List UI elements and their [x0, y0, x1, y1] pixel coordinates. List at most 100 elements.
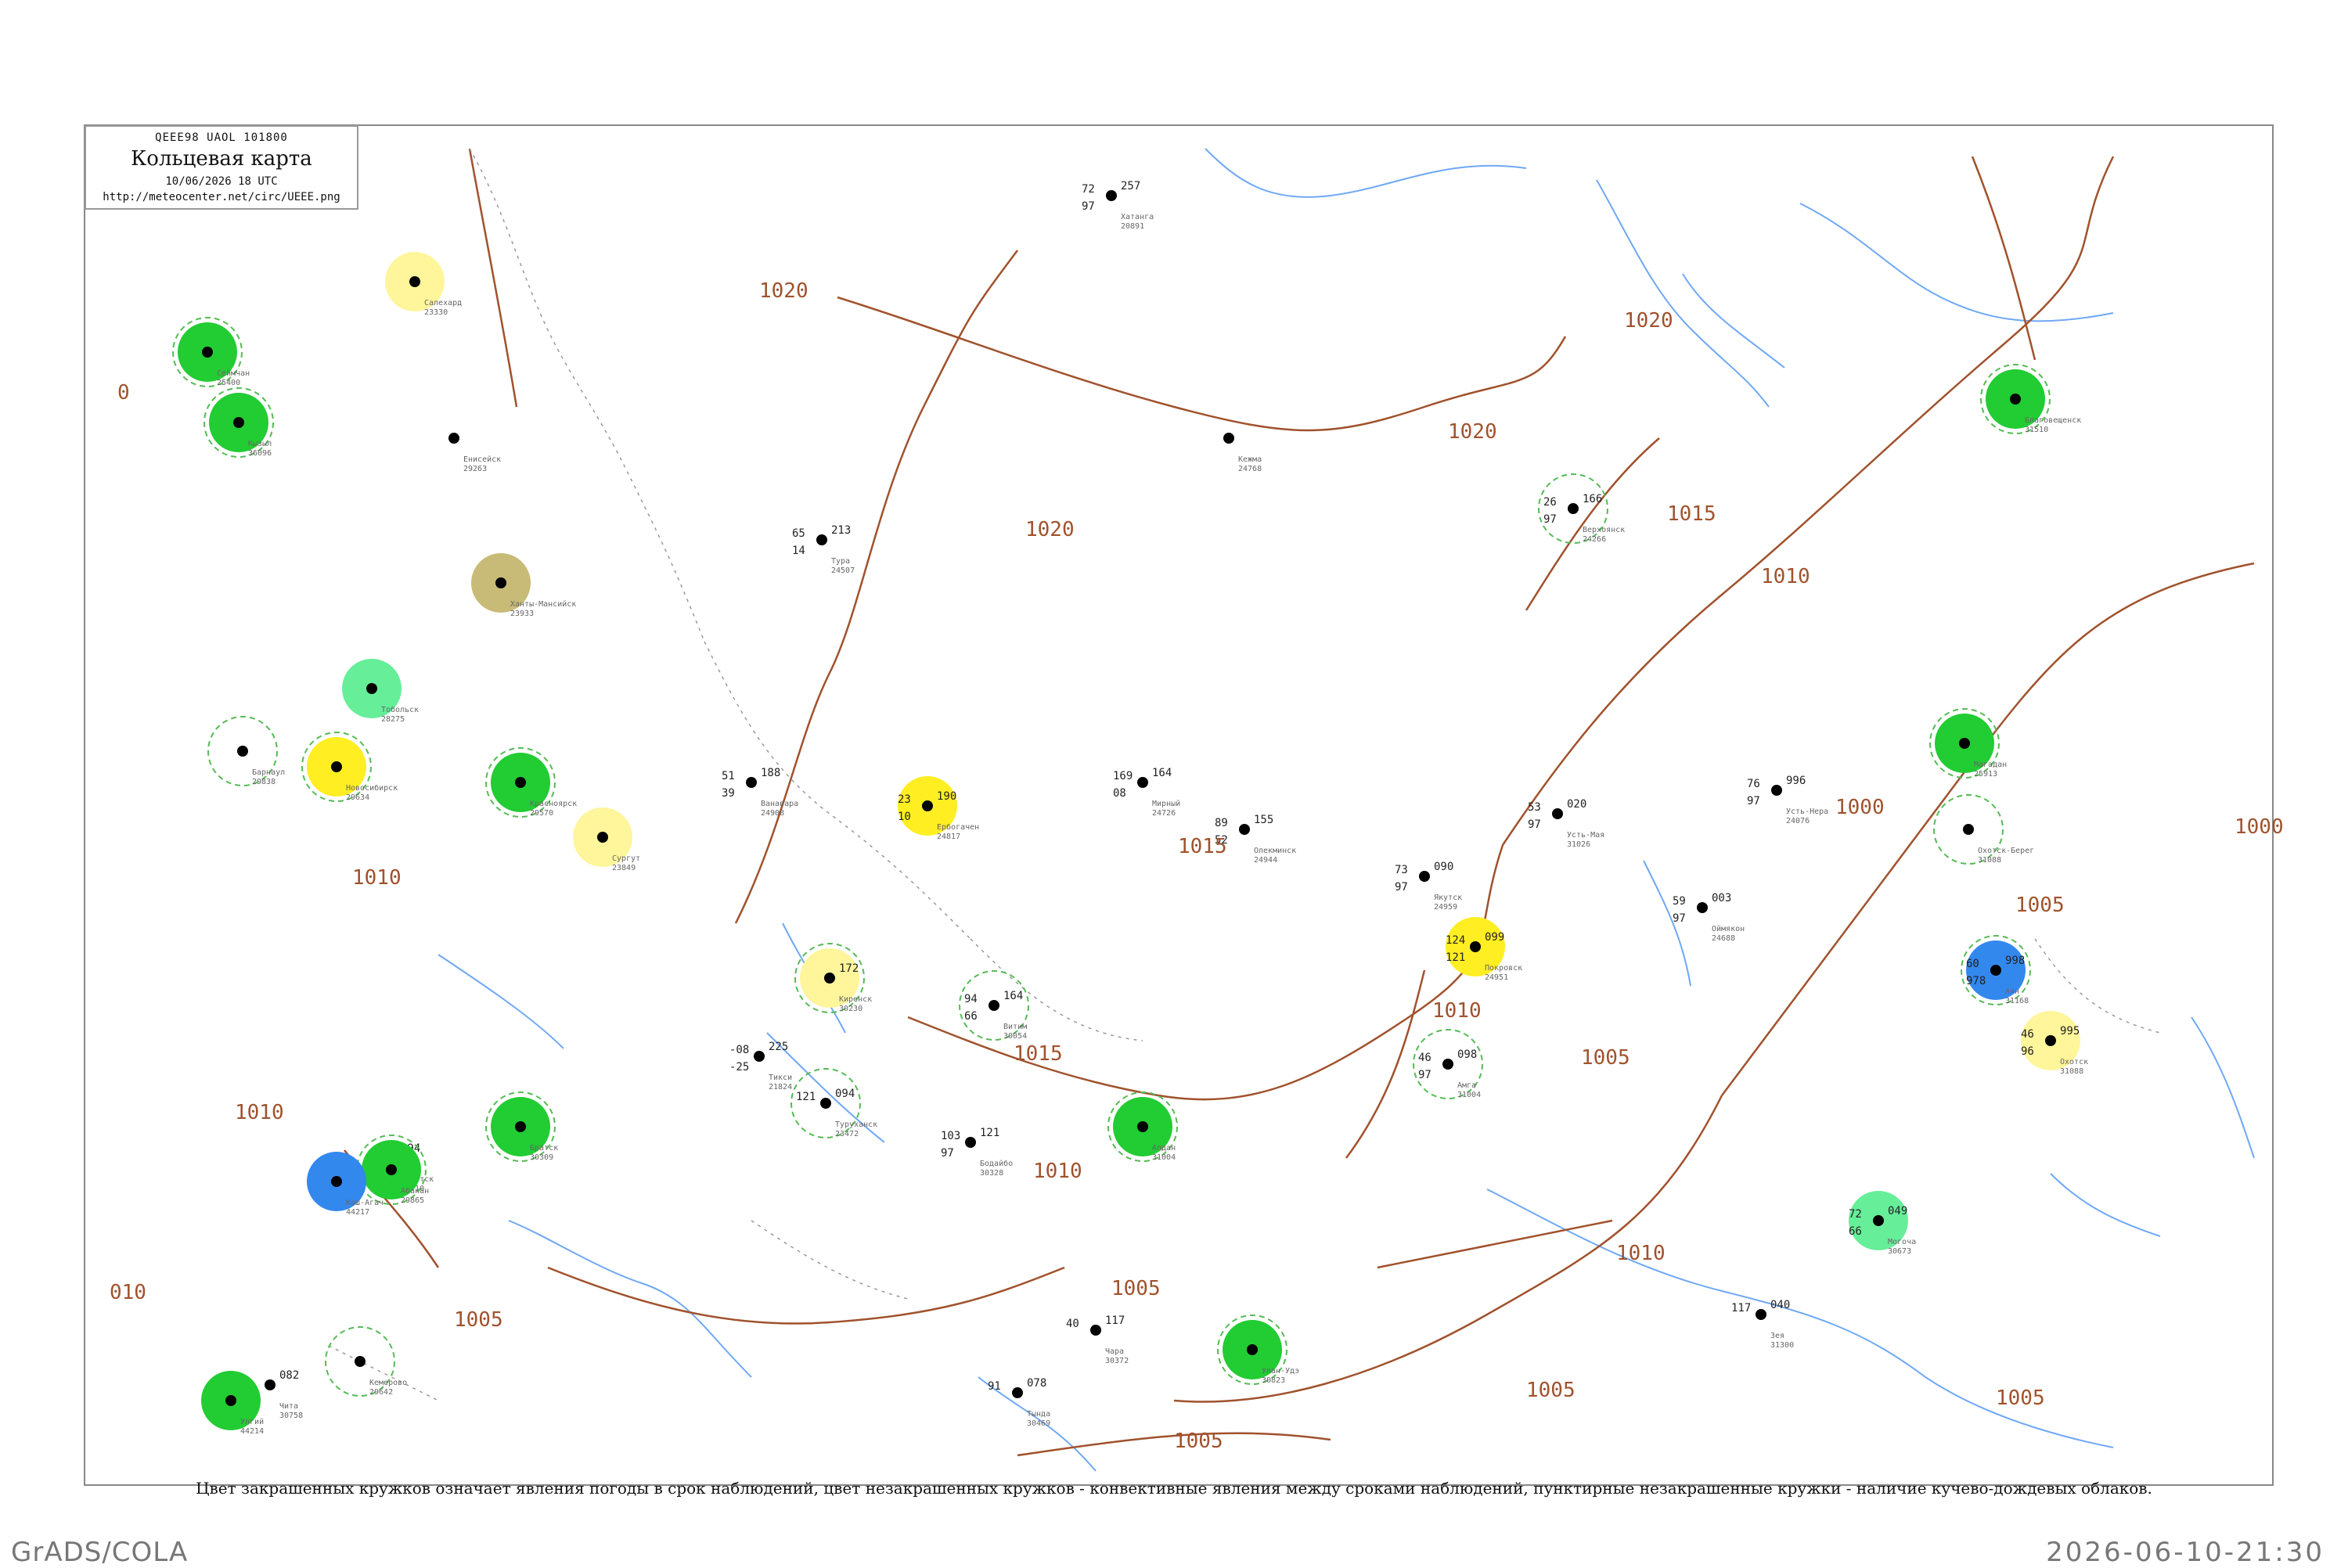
temperature-label: 60: [1966, 958, 1979, 970]
station-name: Улгий: [240, 1417, 264, 1426]
isobar-label: 1005: [2015, 894, 2065, 917]
station-id: 21824: [769, 1083, 792, 1091]
temperature-label: 46: [1418, 1052, 1431, 1064]
pressure-label: 257: [1121, 180, 1140, 192]
station-dot: [265, 1379, 275, 1390]
station-name: Кежма: [1238, 455, 1262, 464]
station-name: Енисейск: [463, 455, 501, 464]
station-name: Киренск: [839, 995, 872, 1004]
isobar-label: 1000: [2235, 815, 2284, 839]
pressure-label: 003: [1712, 892, 1731, 904]
dewpoint-label: 121: [1446, 951, 1465, 964]
station-plot: Кызыл36096: [203, 387, 274, 458]
station-dot: [233, 417, 244, 428]
map-datetime: 10/06/2026 18 UTC: [165, 175, 278, 188]
station-plot: Алдан31004: [1107, 1091, 1178, 1162]
station-dot: [816, 534, 827, 545]
isobar-label: 1005: [1111, 1277, 1161, 1300]
station-id: 24507: [831, 566, 855, 575]
station-dot: [495, 577, 506, 588]
station-id: 30469: [1027, 1419, 1050, 1428]
station-id: 24688: [1712, 934, 1735, 943]
station-name: Амга: [1457, 1081, 1476, 1090]
station-name: Зея: [1770, 1332, 1784, 1340]
pressure-label: 166: [1583, 493, 1602, 505]
station-dot: [1873, 1215, 1884, 1226]
dewpoint-label: 66: [1849, 1225, 1862, 1238]
temperature-label: 121: [796, 1091, 816, 1103]
isobar-label: 1005: [454, 1308, 503, 1332]
station-dot: [989, 1000, 999, 1011]
station-dot: [448, 433, 459, 444]
station-dot: [1247, 1344, 1258, 1355]
dewpoint-label: 66: [964, 1010, 978, 1023]
station-dot: [515, 1121, 526, 1132]
pressure-label: 082: [279, 1369, 299, 1382]
isobar-label: 1010: [235, 1101, 284, 1124]
isobar-label: 1010: [1033, 1160, 1082, 1183]
station-dot: [1697, 902, 1708, 913]
station-dot: [824, 973, 835, 984]
isobar-label: 1005: [1526, 1379, 1576, 1402]
software-label: GrADS/COLA: [11, 1537, 189, 1568]
station-id: 44217: [346, 1208, 369, 1217]
station-name: Оймякон: [1712, 924, 1745, 933]
station-dot: [1106, 190, 1117, 201]
pressure-label: 049: [1888, 1205, 1907, 1217]
station-dot: [515, 777, 526, 788]
station-name: Ханты-Мансийск: [510, 599, 576, 609]
pressure-label: 172: [839, 962, 859, 975]
station-id: 30309: [530, 1153, 553, 1162]
isobar-label: 0: [117, 381, 130, 405]
isobar-label: 010: [110, 1281, 146, 1304]
dewpoint-label: 978: [1966, 975, 1986, 987]
station-id: 24076: [1786, 817, 1810, 825]
station-name: Могоча: [1888, 1238, 1916, 1246]
temperature-label: 40: [1066, 1318, 1079, 1330]
station-name: Магадан: [1974, 761, 2007, 769]
station-name: Охотск-Берег: [1978, 847, 2034, 855]
pressure-label: 164: [1003, 990, 1023, 1002]
station-id: 25913: [1974, 770, 1997, 779]
pressure-label: 098: [1457, 1048, 1477, 1061]
station-id: 31300: [1770, 1341, 1794, 1350]
dewpoint-label: 97: [1528, 818, 1541, 831]
station-name: Ербогачен: [937, 822, 979, 832]
station-name: Новосибирск: [346, 783, 398, 793]
station-name: Усть-Мая: [1567, 831, 1604, 840]
dewpoint-label: 97: [1747, 795, 1760, 807]
station-id: 24266: [1583, 535, 1606, 544]
station-name: Охотск: [2060, 1058, 2088, 1066]
station-dot: [1568, 503, 1579, 514]
station-dot: [1239, 824, 1250, 835]
station-dot: [366, 683, 377, 694]
bulletin-code: QEEE98 UAOL 101800: [155, 131, 288, 144]
station-name: Улан-Удэ: [1262, 1367, 1299, 1376]
station-id: 29642: [369, 1388, 393, 1397]
station-name: Салехард: [424, 299, 462, 307]
station-id: 29634: [346, 793, 369, 802]
station-dot: [1552, 808, 1563, 819]
temperature-label: 23: [898, 793, 911, 806]
isobar-label: 1010: [1616, 1242, 1666, 1265]
dewpoint-label: 10: [898, 811, 911, 823]
station-id: 24959: [1434, 903, 1457, 912]
station-dot: [386, 1164, 397, 1175]
dewpoint-label: 14: [792, 545, 805, 557]
map-url[interactable]: http://meteocenter.net/circ/UEEE.png: [86, 191, 357, 203]
dewpoint-label: 08: [1113, 787, 1126, 800]
station-id: 31026: [1567, 840, 1590, 849]
isobar-label: 1015: [1014, 1042, 1063, 1066]
station-dot: [965, 1137, 976, 1148]
station-id: 30823: [1262, 1376, 1285, 1385]
station-name: Барнаул: [252, 768, 285, 777]
station-name: Верхоянск: [1583, 526, 1625, 534]
station-dot: [1963, 824, 1974, 835]
station-id: 29865: [401, 1196, 424, 1205]
temperature-label: 103: [941, 1130, 960, 1142]
isobar-label: 1005: [1174, 1430, 1223, 1453]
station-id: 24951: [1485, 973, 1508, 982]
station-dot: [202, 347, 213, 358]
station-id: 31004: [1152, 1153, 1176, 1162]
station-dot: [1223, 433, 1234, 444]
